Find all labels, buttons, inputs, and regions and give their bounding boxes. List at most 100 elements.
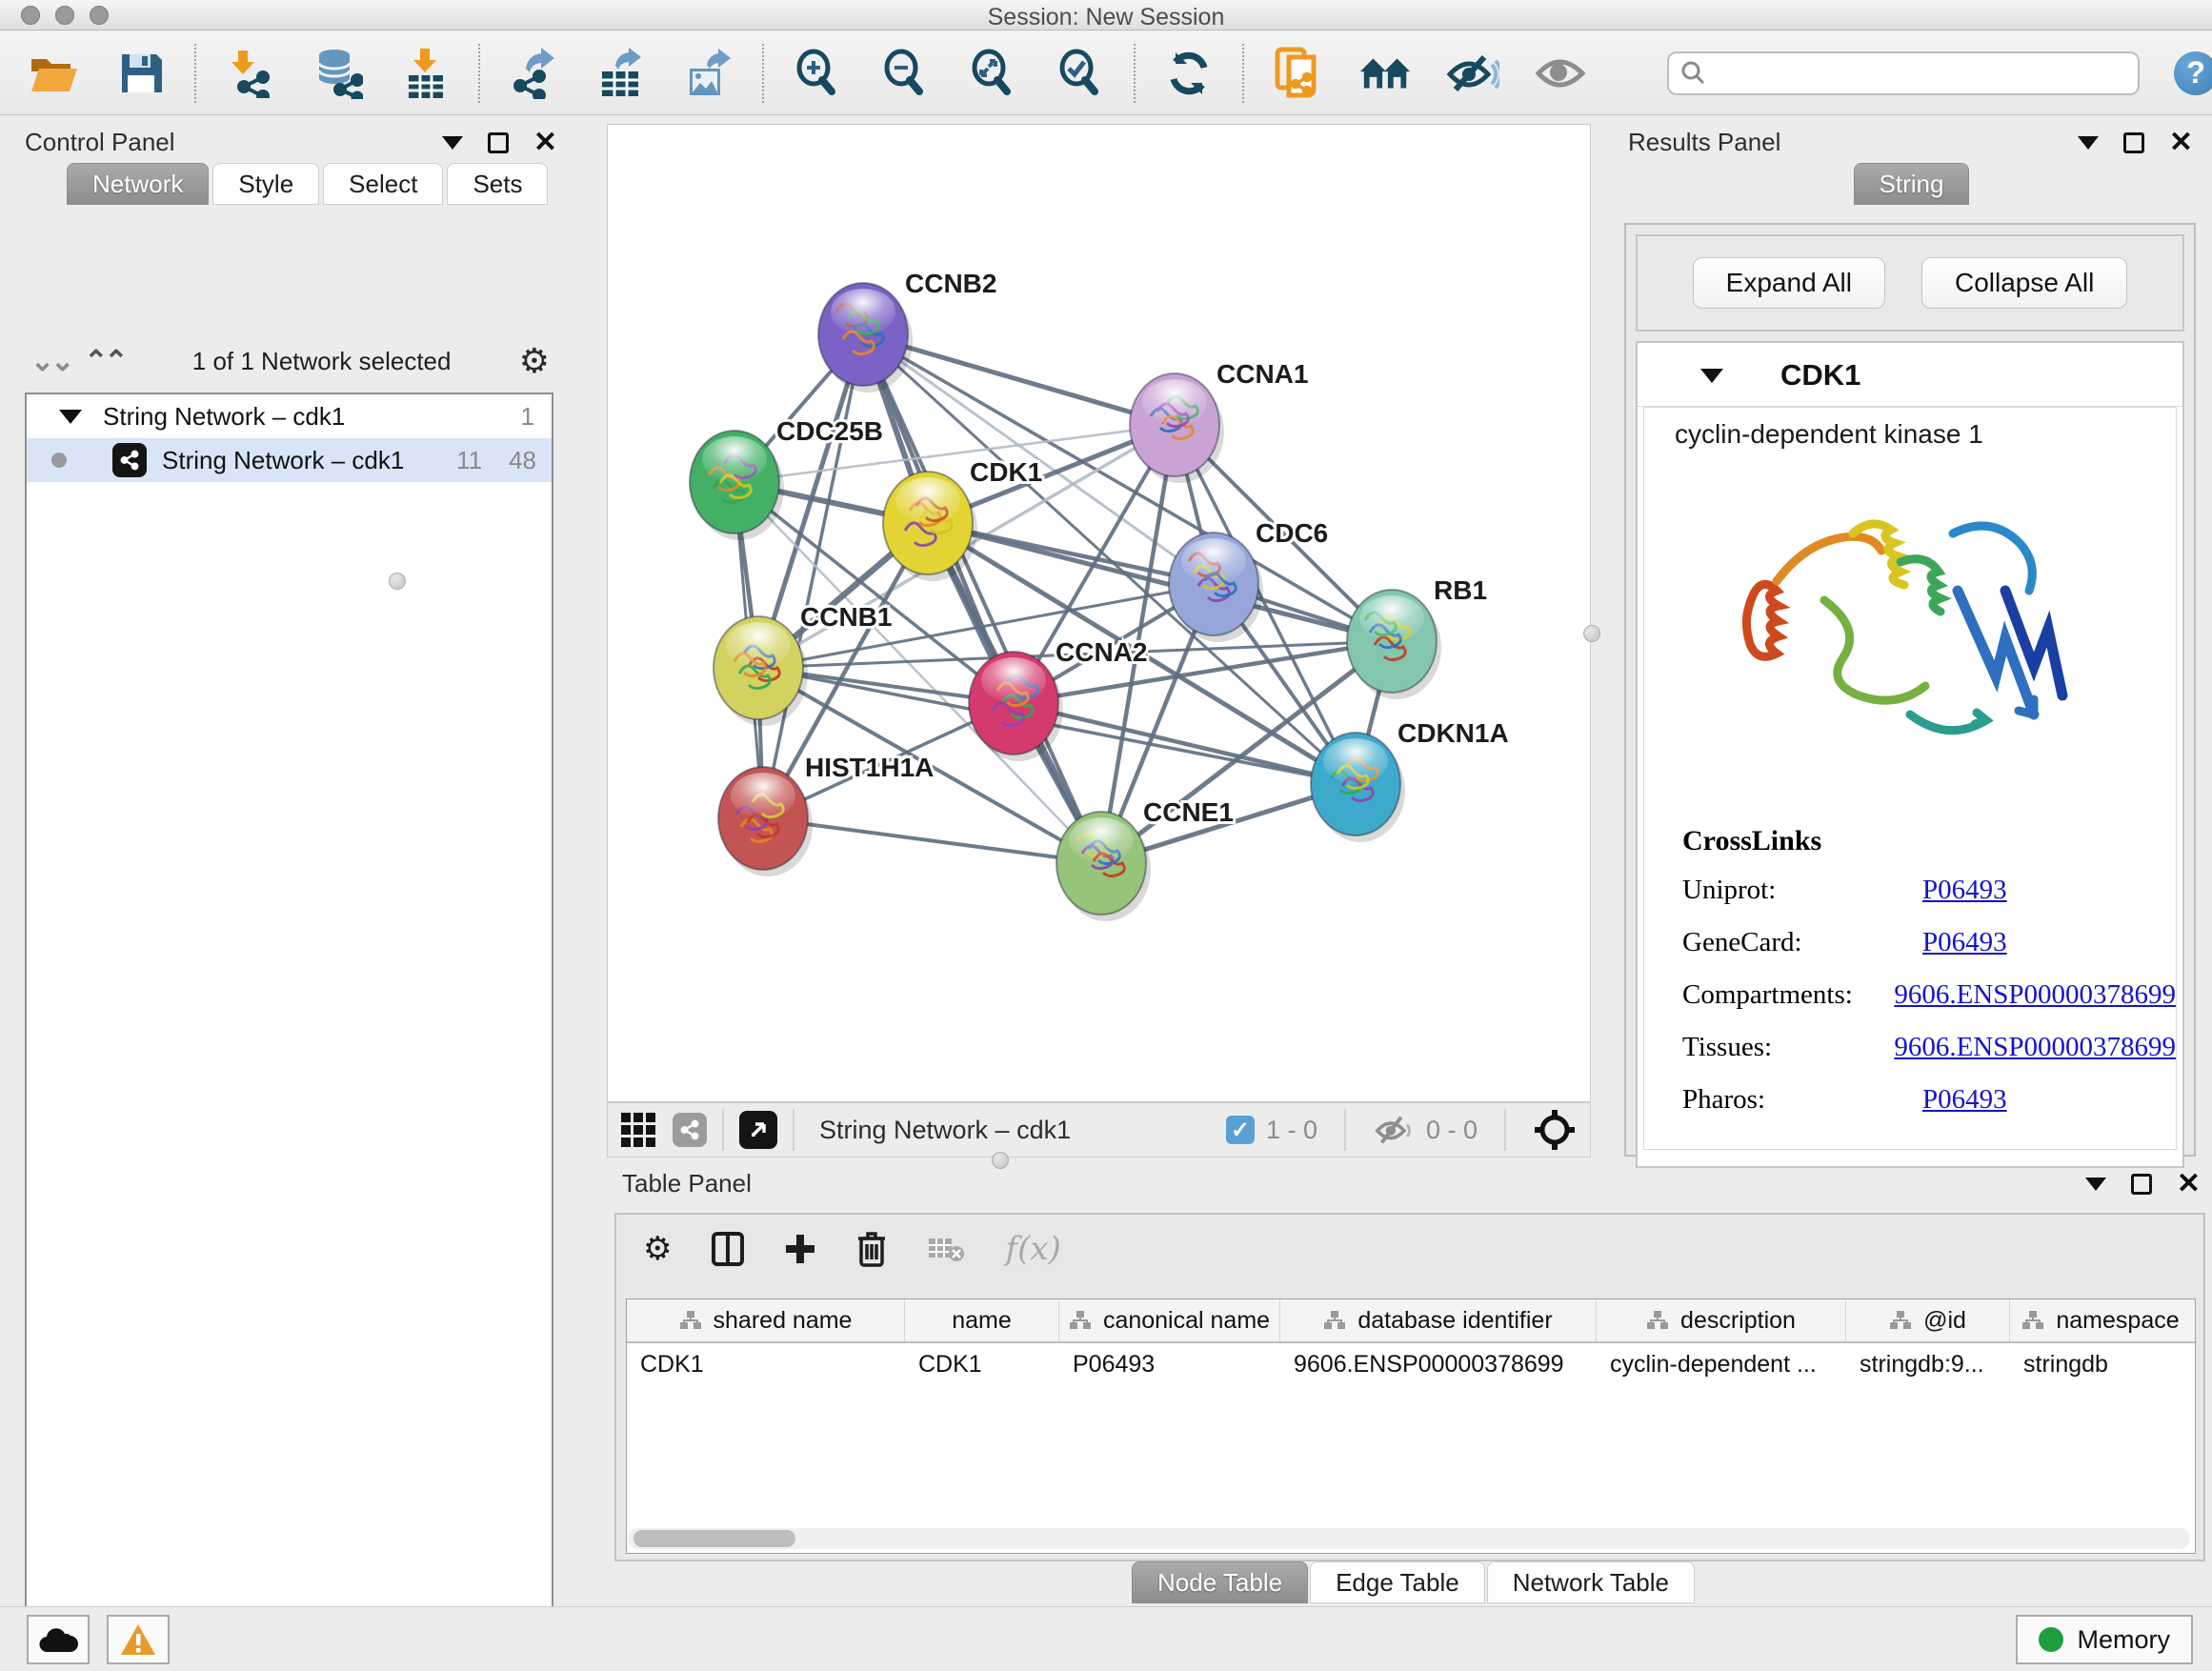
network-edge-CCNB2-CCNE1[interactable] xyxy=(863,334,1101,863)
collapse-all-networks-icon[interactable]: ⌃⌃ xyxy=(84,345,124,378)
selected-nodes-checkbox[interactable]: ✓ xyxy=(1226,1116,1255,1144)
cell-description: cyclin-dependent ... xyxy=(1597,1343,1846,1387)
birdseye-grid-icon[interactable] xyxy=(621,1113,655,1147)
collapse-all-button[interactable]: Collapse All xyxy=(1921,257,2127,309)
column-header-name[interactable]: name xyxy=(905,1299,1059,1341)
column-header-shared-name[interactable]: shared name xyxy=(627,1299,905,1341)
crosslink-link[interactable]: 9606.ENSP00000378699 xyxy=(1894,979,2176,1011)
tab-node-table[interactable]: Node Table xyxy=(1132,1561,1308,1603)
network-canvas[interactable]: CCNB2CCNA1CDC25BCDK1CDC6RB1CCNB1CCNA2CDK… xyxy=(607,124,1591,1102)
column-header-database-identifier[interactable]: database identifier xyxy=(1280,1299,1597,1341)
table-row[interactable]: CDK1 CDK1 P06493 9606.ENSP00000378699 cy… xyxy=(627,1343,2195,1387)
protein-description: cyclin-dependent kinase 1 xyxy=(1644,419,2176,450)
create-column-plus-icon[interactable] xyxy=(784,1233,816,1265)
column-header-id[interactable]: @id xyxy=(1846,1299,2010,1341)
search-input[interactable] xyxy=(1717,59,2117,87)
tab-select[interactable]: Select xyxy=(323,163,443,205)
copy-network-button[interactable] xyxy=(1271,47,1324,100)
table-horizontal-scrollbar[interactable] xyxy=(628,1528,2190,1549)
tab-style[interactable]: Style xyxy=(212,163,319,205)
show-columns-icon[interactable] xyxy=(712,1232,744,1266)
network-node-CCNE1[interactable]: CCNE1 xyxy=(1056,797,1234,921)
crosslink-link[interactable]: P06493 xyxy=(1922,1084,2007,1116)
left-splitter-handle[interactable] xyxy=(389,573,406,590)
column-header-description[interactable]: description xyxy=(1597,1299,1846,1341)
help-button[interactable]: ? xyxy=(2174,51,2212,95)
expand-all-networks-icon[interactable]: ⌄⌄ xyxy=(30,345,70,378)
network-row[interactable]: String Network – cdk1 11 48 xyxy=(27,438,552,482)
network-node-CDK1[interactable]: CDK1 xyxy=(883,457,1042,581)
network-node-CDC6[interactable]: CDC6 xyxy=(1169,518,1328,642)
crosslinks-block: CrossLinks Uniprot: P06493 GeneCard: P06… xyxy=(1644,825,2176,1116)
zoom-fit-button[interactable] xyxy=(966,47,1019,100)
refresh-icon xyxy=(1164,49,1214,98)
expand-all-button[interactable]: Expand All xyxy=(1693,257,1885,309)
home-layout-button[interactable] xyxy=(1358,47,1412,100)
import-network-file-button[interactable] xyxy=(223,47,276,100)
network-share-icon[interactable] xyxy=(673,1113,707,1147)
detach-view-icon[interactable] xyxy=(739,1111,777,1149)
tab-edge-table[interactable]: Edge Table xyxy=(1310,1561,1485,1603)
search-field-container xyxy=(1667,51,2140,95)
status-bar: Memory xyxy=(0,1606,2212,1671)
show-hidden-button[interactable] xyxy=(1534,47,1587,100)
hide-selected-button[interactable] xyxy=(1446,47,1499,100)
import-network-database-button[interactable] xyxy=(311,47,364,100)
tab-network[interactable]: Network xyxy=(67,163,209,205)
right-splitter-handle[interactable] xyxy=(1583,625,1600,642)
network-node-CDKN1A[interactable]: CDKN1A xyxy=(1311,718,1509,842)
export-image-icon xyxy=(684,48,734,99)
table-panel-float-icon[interactable] xyxy=(2131,1174,2152,1195)
network-node-RB1[interactable]: RB1 xyxy=(1347,575,1487,699)
crosslink-link[interactable]: P06493 xyxy=(1922,875,2007,906)
zoom-out-button[interactable] xyxy=(878,47,932,100)
collection-expander-icon[interactable] xyxy=(59,410,82,424)
zoom-fit-icon xyxy=(968,49,1017,98)
export-image-button[interactable] xyxy=(682,47,735,100)
node-label-CDC6: CDC6 xyxy=(1256,518,1328,548)
network-options-gear-icon[interactable]: ⚙ xyxy=(519,341,550,381)
export-network-button[interactable] xyxy=(507,47,560,100)
birdseye-target-icon[interactable] xyxy=(1533,1108,1577,1152)
network-edge-HIST1H1A-CCNE1[interactable] xyxy=(763,818,1101,863)
refresh-view-button[interactable] xyxy=(1162,47,1216,100)
tab-sets[interactable]: Sets xyxy=(447,163,548,205)
column-header-namespace[interactable]: namespace xyxy=(2010,1299,2191,1341)
table-panel-close-icon[interactable]: ✕ xyxy=(2177,1174,2201,1195)
column-header-canonical-name[interactable]: canonical name xyxy=(1059,1299,1280,1341)
cdk1-section-expander-icon[interactable] xyxy=(1700,369,1723,383)
control-panel-collapse-icon[interactable] xyxy=(442,136,463,150)
results-panel-float-icon[interactable] xyxy=(2123,132,2144,153)
network-collection-row[interactable]: String Network – cdk1 1 xyxy=(27,394,552,438)
zoom-out-icon xyxy=(880,49,930,98)
control-panel-close-icon[interactable]: ✕ xyxy=(533,132,557,153)
control-panel-title: Control Panel xyxy=(25,128,175,157)
zoom-selected-button[interactable] xyxy=(1054,47,1107,100)
control-panel-float-icon[interactable] xyxy=(488,132,509,153)
crosslink-link[interactable]: 9606.ENSP00000378699 xyxy=(1894,1032,2176,1063)
network-tree: String Network – cdk1 1 String Network –… xyxy=(25,393,553,1671)
network-edge-CCNA2-CDKN1A[interactable] xyxy=(1014,703,1356,784)
open-session-button[interactable] xyxy=(27,47,80,100)
tab-string[interactable]: String xyxy=(1854,163,1970,205)
memory-button[interactable]: Memory xyxy=(2016,1615,2193,1664)
crosslink-link[interactable]: P06493 xyxy=(1922,927,2007,958)
tab-network-table[interactable]: Network Table xyxy=(1487,1561,1695,1603)
network-edge-CCNB2-HIST1H1A[interactable] xyxy=(763,334,863,818)
cloud-status-button[interactable] xyxy=(27,1615,90,1664)
network-node-CCNA1[interactable]: CCNA1 xyxy=(1130,359,1308,483)
zoom-in-button[interactable] xyxy=(791,47,844,100)
delete-column-trash-icon[interactable] xyxy=(856,1231,887,1267)
import-table-file-button[interactable] xyxy=(398,47,452,100)
results-panel-collapse-icon[interactable] xyxy=(2078,136,2099,150)
save-session-button[interactable] xyxy=(114,47,168,100)
import-table-icon xyxy=(401,47,449,100)
table-options-gear-icon[interactable]: ⚙ xyxy=(643,1230,672,1268)
warning-button[interactable] xyxy=(107,1615,170,1664)
column-type-icon xyxy=(2021,1310,2044,1331)
scrollbar-thumb[interactable] xyxy=(633,1530,795,1547)
table-panel-collapse-icon[interactable] xyxy=(2085,1178,2106,1191)
results-panel-close-icon[interactable]: ✕ xyxy=(2169,132,2193,153)
network-node-HIST1H1A[interactable]: HIST1H1A xyxy=(718,753,934,876)
export-table-button[interactable] xyxy=(594,47,648,100)
